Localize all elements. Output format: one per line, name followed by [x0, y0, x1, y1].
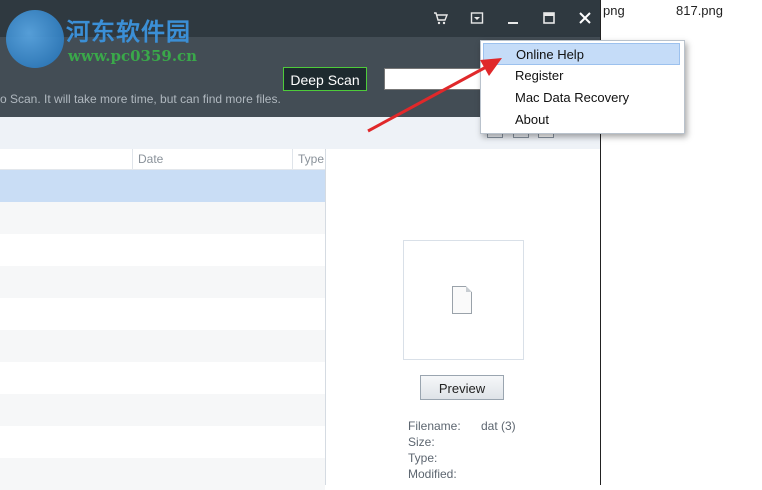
modified-label: Modified:: [408, 467, 457, 481]
menu-item-mac-data-recovery[interactable]: Mac Data Recovery: [483, 87, 680, 109]
filename-value: dat (3): [481, 419, 516, 433]
dropdown-icon[interactable]: [467, 10, 487, 30]
column-name[interactable]: [0, 149, 133, 169]
watermark-url: www.pc0359.cn: [68, 47, 198, 65]
table-row[interactable]: [0, 362, 325, 394]
search-input[interactable]: [384, 68, 494, 90]
options-menu: Online Help Register Mac Data Recovery A…: [480, 40, 685, 134]
table-row[interactable]: [0, 266, 325, 298]
table-row[interactable]: [0, 394, 325, 426]
table-row[interactable]: [0, 234, 325, 266]
table-row[interactable]: [0, 458, 325, 490]
menu-item-about[interactable]: About: [483, 109, 680, 131]
document-icon: [452, 286, 472, 314]
maximize-icon[interactable]: [539, 10, 559, 30]
table-row[interactable]: [0, 202, 325, 234]
close-icon[interactable]: [575, 10, 595, 30]
minimize-icon[interactable]: [503, 10, 523, 30]
table-row-selected[interactable]: [0, 170, 325, 202]
menu-item-register[interactable]: Register: [483, 65, 680, 87]
file-list: Date Type: [0, 149, 326, 490]
menu-item-online-help[interactable]: Online Help: [483, 43, 680, 65]
size-label: Size:: [408, 435, 435, 449]
type-label: Type:: [408, 451, 438, 465]
watermark-title: 河东软件园: [66, 17, 191, 46]
watermark-logo: [6, 10, 64, 68]
list-header: Date Type: [0, 149, 325, 170]
table-row[interactable]: [0, 330, 325, 362]
preview-thumbnail: [403, 240, 524, 360]
filename-label: Filename:: [408, 419, 461, 433]
preview-pane: Preview Filename: dat (3) Size: Type: Mo…: [326, 149, 600, 485]
preview-button[interactable]: Preview: [420, 375, 504, 400]
cart-icon[interactable]: [431, 10, 451, 30]
table-row[interactable]: [0, 426, 325, 458]
table-row[interactable]: [0, 298, 325, 330]
desktop-file-label[interactable]: 817.png: [676, 3, 723, 18]
desktop-file-label[interactable]: png: [603, 3, 625, 18]
deep-scan-button[interactable]: Deep Scan: [283, 67, 367, 91]
scan-hint-text: o Scan. It will take more time, but can …: [0, 92, 281, 106]
column-date[interactable]: Date: [133, 149, 293, 169]
column-type[interactable]: Type: [294, 149, 325, 169]
